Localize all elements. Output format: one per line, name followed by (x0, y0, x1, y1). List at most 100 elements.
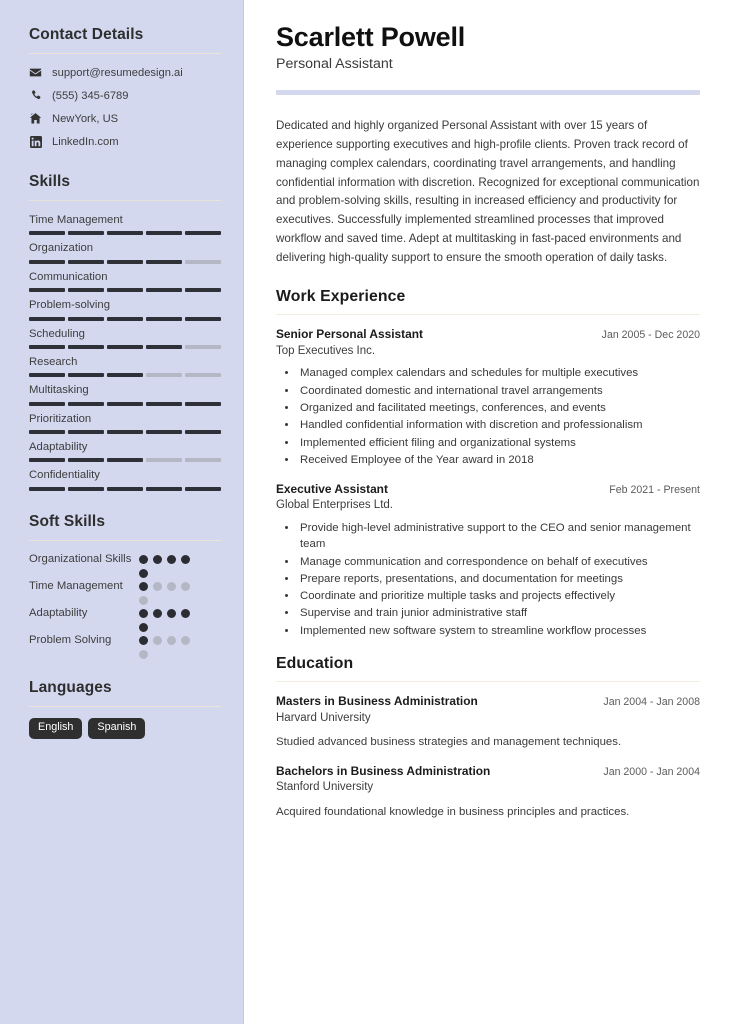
soft-skill-name: Organizational Skills (29, 552, 132, 565)
soft-skill-dot (167, 608, 176, 618)
main-content: Scarlett Powell Personal Assistant Dedic… (244, 0, 730, 1024)
soft-skill-dot (181, 554, 190, 564)
contact-details-heading: Contact Details (29, 26, 144, 43)
skill-bar-segment (107, 259, 143, 264)
education-description: Acquired foundational knowledge in busin… (276, 805, 630, 818)
skill-bar-segment (185, 458, 221, 463)
section-divider (29, 539, 221, 541)
soft-skill-dot (167, 554, 176, 564)
contact-item[interactable]: NewYork, US (29, 111, 221, 126)
skill-bar-segment (29, 486, 65, 491)
skill-bar-segment (185, 288, 221, 293)
skill-bar-segment (107, 316, 143, 321)
work-bullet: Implemented new software system to strea… (298, 623, 700, 640)
work-experience-section: Work Experience Senior Personal Assistan… (276, 288, 700, 639)
education-school: Harvard University (276, 711, 371, 724)
resume-page: Contact Details support@resumedesign.ai (… (0, 0, 730, 1024)
soft-skill-dot (139, 608, 148, 618)
skill-bar-segment (146, 430, 182, 434)
soft-skill-rating (139, 606, 201, 632)
skill-bar-segment (107, 288, 143, 293)
soft-skill-dot (139, 595, 148, 605)
languages-heading: Languages (29, 678, 112, 696)
home-icon (29, 112, 42, 125)
soft-skill-name: Adaptability (29, 606, 88, 619)
skill-bar-segment (29, 430, 65, 434)
soft-skill-item: Adaptability (29, 606, 221, 632)
skill-bar-segment (185, 430, 221, 434)
phone-icon (29, 89, 42, 102)
skill-bar-segment (29, 458, 65, 463)
skill-name: Problem-solving (29, 299, 110, 312)
skill-item: Scheduling (29, 326, 221, 349)
work-entry: Senior Personal Assistant Jan 2005 - Dec … (276, 327, 700, 468)
work-company: Top Executives Inc. (276, 344, 376, 357)
skill-bar-segment (185, 231, 221, 236)
soft-skills-list: Organizational Skills Time Management Adap… (29, 552, 221, 659)
skill-name: Scheduling (29, 327, 85, 340)
contact-item-text: (555) 345-6789 (52, 89, 129, 102)
work-bullet: Provide high-level administrative suppor… (298, 520, 700, 554)
work-entry-header: Senior Personal Assistant Jan 2005 - Dec … (276, 327, 700, 342)
skill-item: Confidentiality (29, 467, 221, 491)
contact-item[interactable]: support@resumedesign.ai (29, 65, 221, 80)
language-badge[interactable]: Spanish (88, 717, 146, 739)
soft-skill-name: Time Management (29, 579, 123, 592)
education-school: Stanford University (276, 781, 374, 794)
skill-bar-segment (29, 259, 65, 264)
section-divider (29, 705, 221, 707)
soft-skills-heading: Soft Skills (29, 512, 106, 530)
soft-skill-dot (181, 635, 190, 645)
contact-list: support@resumedesign.ai (555) 345-6789 New… (29, 65, 221, 149)
education-degree: Bachelors in Business Administration (276, 763, 491, 778)
skill-bar (29, 401, 221, 406)
soft-skill-name: Problem Solving (29, 633, 112, 646)
soft-skill-dot (139, 649, 148, 659)
skill-bar-segment (29, 316, 65, 321)
education-dates: Jan 2000 - Jan 2004 (603, 765, 700, 778)
skill-bar-segment (68, 458, 104, 463)
skill-bar-segment (107, 430, 143, 434)
soft-skills-section: Soft Skills Organizational Skills Time Ma… (29, 513, 221, 659)
skill-bar-segment (146, 458, 182, 463)
skill-name: Research (29, 355, 78, 368)
candidate-name: Scarlett Powell (276, 22, 466, 52)
skill-bar (29, 344, 221, 349)
contact-item[interactable]: (555) 345-6789 (29, 88, 221, 103)
skill-bar (29, 231, 221, 236)
skill-bar-segment (185, 259, 221, 264)
soft-skill-item: Organizational Skills (29, 552, 221, 578)
section-divider (276, 314, 700, 316)
work-bullet: Manage communication and correspondence … (298, 554, 700, 571)
skill-bar-segment (107, 486, 143, 491)
skill-bar-segment (68, 344, 104, 349)
skill-item: Communication (29, 269, 221, 293)
skill-bar-segment (107, 344, 143, 349)
sidebar: Contact Details support@resumedesign.ai (… (0, 0, 244, 1024)
skill-bar-segment (185, 316, 221, 321)
envelope-icon (29, 66, 42, 79)
work-role: Executive Assistant (276, 481, 388, 496)
soft-skill-dot (167, 635, 176, 645)
skill-bar-segment (29, 288, 65, 293)
skill-item: Research (29, 354, 221, 378)
skill-bar-segment (29, 401, 65, 406)
soft-skill-item: Time Management (29, 579, 221, 605)
skill-name: Prioritization (29, 412, 92, 425)
skill-bar-segment (185, 486, 221, 491)
contact-item[interactable]: LinkedIn.com (29, 134, 221, 149)
skill-name: Multitasking (29, 384, 89, 397)
skill-item: Adaptability (29, 439, 221, 463)
skill-bar (29, 288, 221, 293)
work-bullet-list: Managed complex calendars and schedules … (276, 365, 700, 468)
skill-bar-segment (185, 373, 221, 378)
language-badge[interactable]: English (29, 717, 83, 739)
section-divider (276, 681, 700, 683)
soft-skill-dot (153, 608, 162, 618)
contact-item-text: support@resumedesign.ai (52, 66, 183, 79)
languages-list: English Spanish (29, 717, 221, 739)
skill-bar-segment (107, 231, 143, 236)
skill-bar-segment (146, 344, 182, 349)
languages-section: Languages English Spanish (29, 679, 221, 739)
soft-skill-item: Problem Solving (29, 633, 221, 659)
